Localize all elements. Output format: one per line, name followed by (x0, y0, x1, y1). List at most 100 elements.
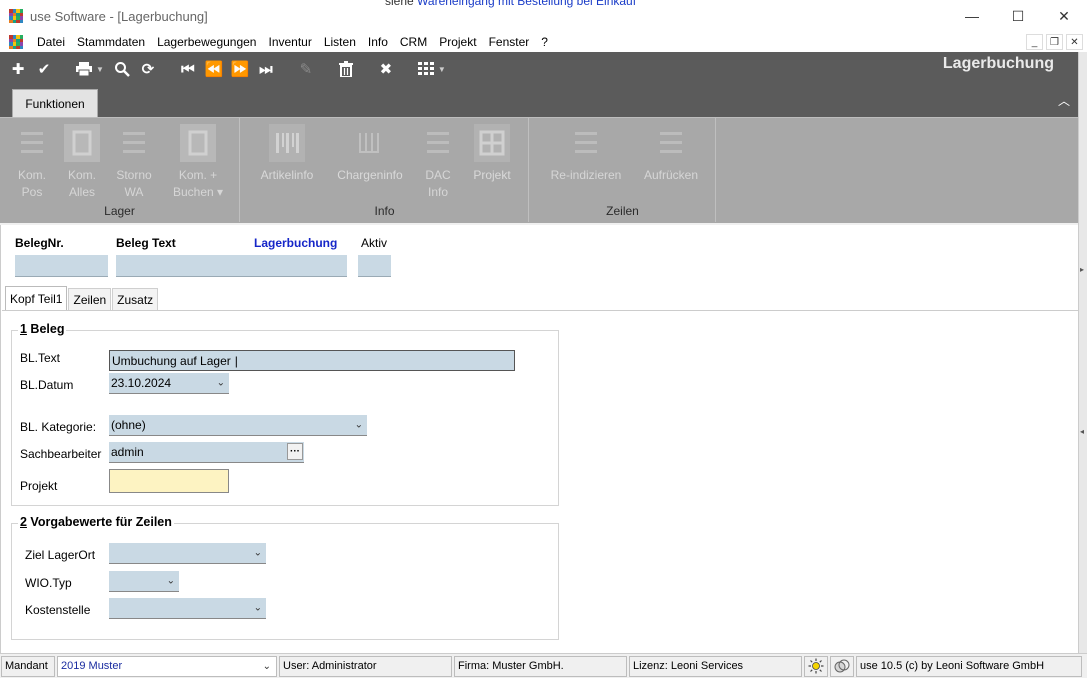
ribbon-group-zeilen: Re-indizieren Aufrücken Zeilen (530, 118, 716, 222)
menu-stammdaten[interactable]: Stammdaten (71, 35, 151, 49)
menu-inventur[interactable]: Inventur (262, 35, 317, 49)
bl-text-input[interactable]: Umbuchung auf Lager | (109, 350, 515, 371)
background-bleed-text: siehe Wareneingang mit Bestellung bei Ei… (385, 0, 637, 8)
window-title: use Software - [Lagerbuchung] (30, 8, 208, 24)
projekt-input[interactable] (109, 469, 229, 493)
mdi-close-button[interactable]: ✕ (1066, 34, 1083, 50)
artikelinfo-button[interactable]: Artikelinfo (255, 124, 319, 184)
toolbar: ✚ ✔ ▼ ⟳ ⏮ ⏪ ⏩ ⏭ ✎ ✖ ▼ Lagerbuchung (0, 52, 1078, 86)
aktiv-label: Aktiv (361, 236, 388, 250)
status-firma: Firma: Muster GmbH. (454, 655, 627, 677)
status-network-icon[interactable] (830, 655, 854, 677)
barcode-icon (269, 124, 305, 162)
lagerbuchung-label: Lagerbuchung (254, 236, 338, 250)
cancel-x-icon[interactable]: ✖ (376, 59, 396, 79)
sachbearbeiter-label: Sachbearbeiter (20, 447, 102, 461)
wio-typ-label: WIO.Typ (25, 576, 72, 590)
document-icon (64, 124, 100, 162)
status-user: User: Administrator (279, 655, 452, 677)
refresh-icon[interactable]: ⟳ (138, 59, 158, 79)
close-button[interactable]: ✕ (1041, 0, 1087, 32)
last-record-icon[interactable]: ⏭ (256, 59, 276, 79)
mdi-restore-button[interactable]: ❐ (1046, 34, 1063, 50)
wio-typ-select[interactable]: ⌄ (109, 571, 179, 592)
ribbon-group-label-lager: Lager (104, 204, 135, 218)
kom-buchen-button[interactable]: Kom. + Buchen ▾ (168, 124, 228, 201)
groupbox-vorgabewerte: 2 Vorgabewerte für Zeilen Ziel LagerOrt … (11, 515, 559, 640)
list-icon (116, 124, 152, 162)
delete-trash-icon[interactable] (336, 59, 356, 79)
list-icon (14, 124, 50, 162)
splitter-strip[interactable]: ▸ ◂ (1078, 52, 1087, 653)
menu-listen[interactable]: Listen (318, 35, 362, 49)
print-icon[interactable] (74, 59, 94, 79)
menu-help[interactable]: ? (535, 35, 554, 49)
tab-zeilen[interactable]: Zeilen (68, 288, 112, 310)
chevron-down-icon: ⌄ (216, 377, 225, 389)
first-record-icon[interactable]: ⏮ (178, 59, 198, 79)
menu-crm[interactable]: CRM (394, 35, 433, 49)
chargeninfo-button[interactable]: Chargeninfo (331, 124, 409, 184)
re-indizieren-button[interactable]: Re-indizieren (544, 124, 628, 184)
menu-info[interactable]: Info (362, 35, 394, 49)
storno-wa-button[interactable]: Storno WA (110, 124, 158, 201)
ribbon-group-info: Artikelinfo Chargeninfo DAC Info Projekt… (241, 118, 529, 222)
list-icon (568, 124, 604, 162)
ziel-lagerort-label: Ziel LagerOrt (25, 548, 96, 562)
list-icon (653, 124, 689, 162)
groupbox-beleg: 1 Beleg BL.Text Umbuchung auf Lager | BL.… (11, 322, 559, 506)
new-icon[interactable]: ✚ (8, 59, 28, 79)
kategorie-select[interactable]: (ohne) ⌄ (109, 415, 367, 436)
grid-dropdown-icon[interactable]: ▼ (438, 65, 446, 74)
maximize-button[interactable]: ☐ (995, 0, 1041, 32)
bl-datum-label: BL.Datum (20, 378, 74, 392)
beleg-text-label: Beleg Text (116, 236, 176, 250)
ribbon-group-label-zeilen: Zeilen (606, 204, 639, 218)
menu-fenster[interactable]: Fenster (483, 35, 536, 49)
minimize-button[interactable]: — (949, 0, 995, 32)
aufruecken-button[interactable]: Aufrücken (636, 124, 706, 184)
print-dropdown-icon[interactable]: ▼ (96, 65, 104, 74)
dac-info-button[interactable]: DAC Info (419, 124, 457, 201)
beleg-text-field[interactable] (116, 255, 347, 277)
bl-datum-picker[interactable]: 23.10.2024 ⌄ (109, 373, 229, 394)
ribbon-tab-funktionen[interactable]: Funktionen (12, 89, 98, 117)
ribbon-collapse-icon[interactable]: ︿ (1058, 92, 1070, 109)
kostenstelle-label: Kostenstelle (25, 603, 91, 617)
document-content: BelegNr. Beleg Text Lagerbuchung Aktiv K… (0, 225, 1078, 653)
chevron-down-icon: ⌄ (354, 419, 363, 431)
splitter-arrow-icon: ▸ (1080, 265, 1085, 274)
beleg-nr-field[interactable] (15, 255, 108, 277)
tab-kopf-teil1[interactable]: Kopf Teil1 (5, 286, 68, 310)
kom-alles-button[interactable]: Kom. Alles (60, 124, 104, 201)
projekt-label: Projekt (20, 479, 58, 493)
sachbearbeiter-field[interactable]: admin ··· (109, 442, 304, 463)
mdi-minimize-button[interactable]: _ (1026, 34, 1043, 50)
tab-zusatz[interactable]: Zusatz (112, 288, 159, 310)
aktiv-field[interactable] (358, 255, 391, 277)
menu-projekt[interactable]: Projekt (433, 35, 482, 49)
next-record-icon[interactable]: ⏩ (230, 59, 250, 79)
menu-lagerbewegungen[interactable]: Lagerbewegungen (151, 35, 262, 49)
previous-record-icon[interactable]: ⏪ (204, 59, 224, 79)
status-mandant-select[interactable]: 2019 Muster ⌄ (57, 655, 277, 677)
tab-panel-kopf-teil1: 1 Beleg BL.Text Umbuchung auf Lager | BL.… (2, 310, 1078, 653)
save-check-icon[interactable]: ✔ (34, 59, 54, 79)
kom-pos-button[interactable]: Kom. Pos (10, 124, 54, 201)
menu-datei[interactable]: Datei (31, 35, 71, 49)
status-lizenz: Lizenz: Leoni Services (629, 655, 802, 677)
chevron-down-icon: ⌄ (253, 602, 262, 614)
splitter-arrow-icon: ◂ (1080, 427, 1085, 436)
ribbon-group-label-info: Info (374, 204, 395, 218)
edit-pencil-icon[interactable]: ✎ (296, 59, 316, 79)
ziel-lagerort-select[interactable]: ⌄ (109, 543, 266, 564)
grid-view-icon[interactable] (416, 59, 436, 79)
search-icon[interactable] (112, 59, 132, 79)
kostenstelle-select[interactable]: ⌄ (109, 598, 266, 619)
chevron-down-icon: ⌄ (166, 575, 175, 587)
status-sun-icon[interactable] (804, 655, 828, 677)
projekt-ribbon-button[interactable]: Projekt (467, 124, 517, 184)
sachbearbeiter-lookup-button[interactable]: ··· (287, 443, 303, 460)
menu-app-icon[interactable] (9, 35, 23, 49)
status-bar: Mandant 2019 Muster ⌄ User: Administrator… (0, 653, 1087, 678)
